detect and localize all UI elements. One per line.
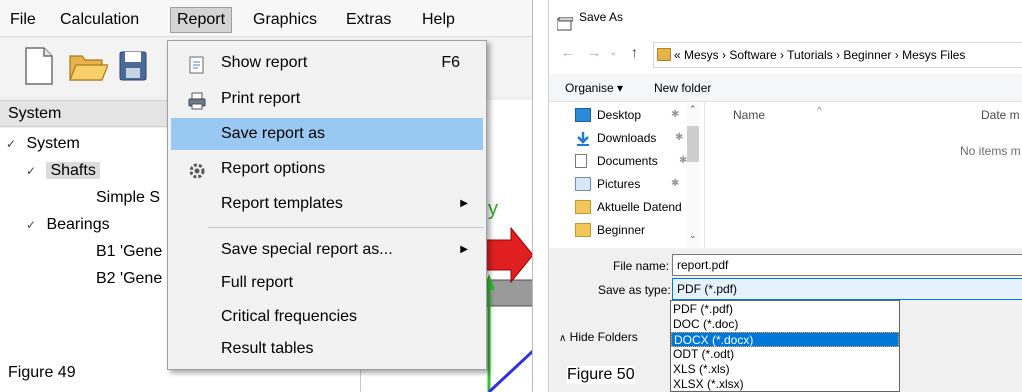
tree-item-bearings[interactable]: ✓ Bearings [26,213,110,237]
tree-item-bearing-b2[interactable]: B2 'Gene [96,267,162,291]
chevron-down-icon[interactable]: ✓ [26,159,42,183]
folder-icon [657,48,671,61]
folder-icon [575,223,591,237]
command-bar: Organise ▾ New folder [549,74,1022,102]
file-name-label: File name: [613,259,670,273]
menu-item-result-tables[interactable]: Result tables [168,333,486,365]
file-name-input[interactable]: report.pdf [672,254,1022,276]
menu-separator [208,227,484,228]
tree-item-shafts[interactable]: ✓ Shafts [26,159,100,183]
shortcut-f6: F6 [441,54,460,71]
submenu-arrow-icon: ▶ [460,244,468,255]
printer-icon [188,90,206,110]
option-docx[interactable]: DOCX (*.docx) [671,332,899,347]
new-file-icon[interactable] [22,46,56,86]
scrollbar-thumb[interactable] [687,126,699,162]
menu-graphics[interactable]: Graphics [247,7,323,33]
folder-icon [575,200,591,214]
save-disk-icon[interactable] [116,46,150,86]
save-type-options: PDF (*.pdf) DOC (*.doc) DOCX (*.docx) OD… [670,300,900,392]
tree-label-system: System [26,135,80,152]
scroll-up-icon[interactable]: ⌃ [689,104,697,115]
menu-item-report-templates[interactable]: Report templates ▶ [168,188,486,220]
report-menu: Show report F6 Print report Save report … [167,40,487,370]
navigation-pane: Desktop ✱ Downloads ✱ Documents ✱ Pictur… [549,102,709,248]
tree-label-bearing-b2: B2 'Gene [96,270,163,287]
menu-report[interactable]: Report [170,7,233,33]
organise-button[interactable]: Organise ▾ [565,74,623,102]
document-icon [575,154,587,168]
gear-icon [188,160,206,179]
tree-item-bearing-b1[interactable]: B1 'Gene [96,240,162,264]
menu-item-critical-frequencies[interactable]: Critical frequencies [168,301,486,333]
chevron-down-icon[interactable]: ✓ [26,213,42,237]
tree-label-shafts: Shafts [46,162,100,179]
hide-folders-button[interactable]: ∧ Hide Folders [559,330,638,344]
menu-help[interactable]: Help [416,7,461,33]
menubar: File Calculation Report Graphics Extras … [0,0,532,37]
address-bar[interactable]: « Mesys › Software › Tutorials › Beginne… [653,42,1022,68]
menu-item-save-special-report[interactable]: Save special report as... ▶ [168,234,486,266]
empty-folder-text: No items m [960,144,1021,158]
breadcrumb: « Mesys › Software › Tutorials › Beginne… [674,48,966,62]
up-arrow-icon[interactable]: ↑ [631,44,638,60]
navigation-scrollbar[interactable]: ⌃ ⌄ [687,102,699,248]
new-folder-button[interactable]: New folder [654,74,711,102]
menu-item-show-report[interactable]: Show report F6 [168,47,486,79]
menu-item-save-report-as[interactable]: Save report as [171,118,483,150]
figure-caption-49: Figure 49 [8,364,76,381]
option-odt[interactable]: ODT (*.odt) [671,347,899,362]
menu-item-report-options[interactable]: Report options [168,153,486,185]
picture-icon [575,177,591,191]
file-list-pane: ^ Name Date m No items m [704,102,1022,248]
save-type-select[interactable]: PDF (*.pdf) [672,278,1022,300]
menu-file[interactable]: File [4,7,42,33]
pin-icon: ✱ [671,178,680,189]
chevron-down-icon[interactable]: ✓ [6,132,22,156]
recent-dropdown-icon[interactable]: ⌄ [609,47,617,58]
column-header-name[interactable]: Name [733,108,765,122]
menu-calculation[interactable]: Calculation [54,7,145,33]
tree-item-simple-shaft[interactable]: Simple S [96,186,160,210]
option-xls[interactable]: XLS (*.xls) [671,362,899,377]
download-arrow-icon [575,131,591,146]
open-folder-icon[interactable] [68,46,109,86]
figure-caption-50: Figure 50 [567,366,635,384]
dialog-title: Save As [579,10,624,24]
save-as-dialog: Save As ← → ⌄ ↑ « Mesys › Software › Tut… [548,0,1022,392]
pin-icon: ✱ [675,132,684,143]
tree-label-bearing-b1: B1 'Gene [96,243,163,260]
option-pdf[interactable]: PDF (*.pdf) [671,302,899,317]
dialog-app-icon [556,10,574,31]
forward-arrow-icon[interactable]: → [587,44,601,60]
navigation-bar: ← → ⌄ ↑ « Mesys › Software › Tutorials ›… [549,38,1022,70]
tree-item-system[interactable]: ✓ System [6,132,80,156]
report-document-icon [188,54,206,74]
column-header-date[interactable]: Date m [981,108,1020,122]
option-xlsx[interactable]: XLSX (*.xlsx) [671,377,899,392]
submenu-arrow-icon: ▶ [460,198,468,209]
sort-indicator-icon: ^ [817,106,822,117]
menu-item-print-report[interactable]: Print report [168,83,486,115]
back-arrow-icon[interactable]: ← [561,44,575,60]
desktop-icon [575,108,591,122]
option-doc[interactable]: DOC (*.doc) [671,317,899,332]
scroll-down-icon[interactable]: ⌄ [689,230,697,241]
menu-extras[interactable]: Extras [340,7,397,33]
dialog-titlebar: Save As [549,0,1022,35]
chevron-up-icon: ∧ [559,333,567,344]
save-type-label: Save as type: [598,283,671,297]
tree-label-simple-shaft: Simple S [96,189,161,206]
app-window-report-menu: File Calculation Report Graphics Extras … [0,0,533,392]
pin-icon: ✱ [671,109,680,120]
menu-item-full-report[interactable]: Full report [168,267,486,299]
tree-label-bearings: Bearings [46,216,110,233]
